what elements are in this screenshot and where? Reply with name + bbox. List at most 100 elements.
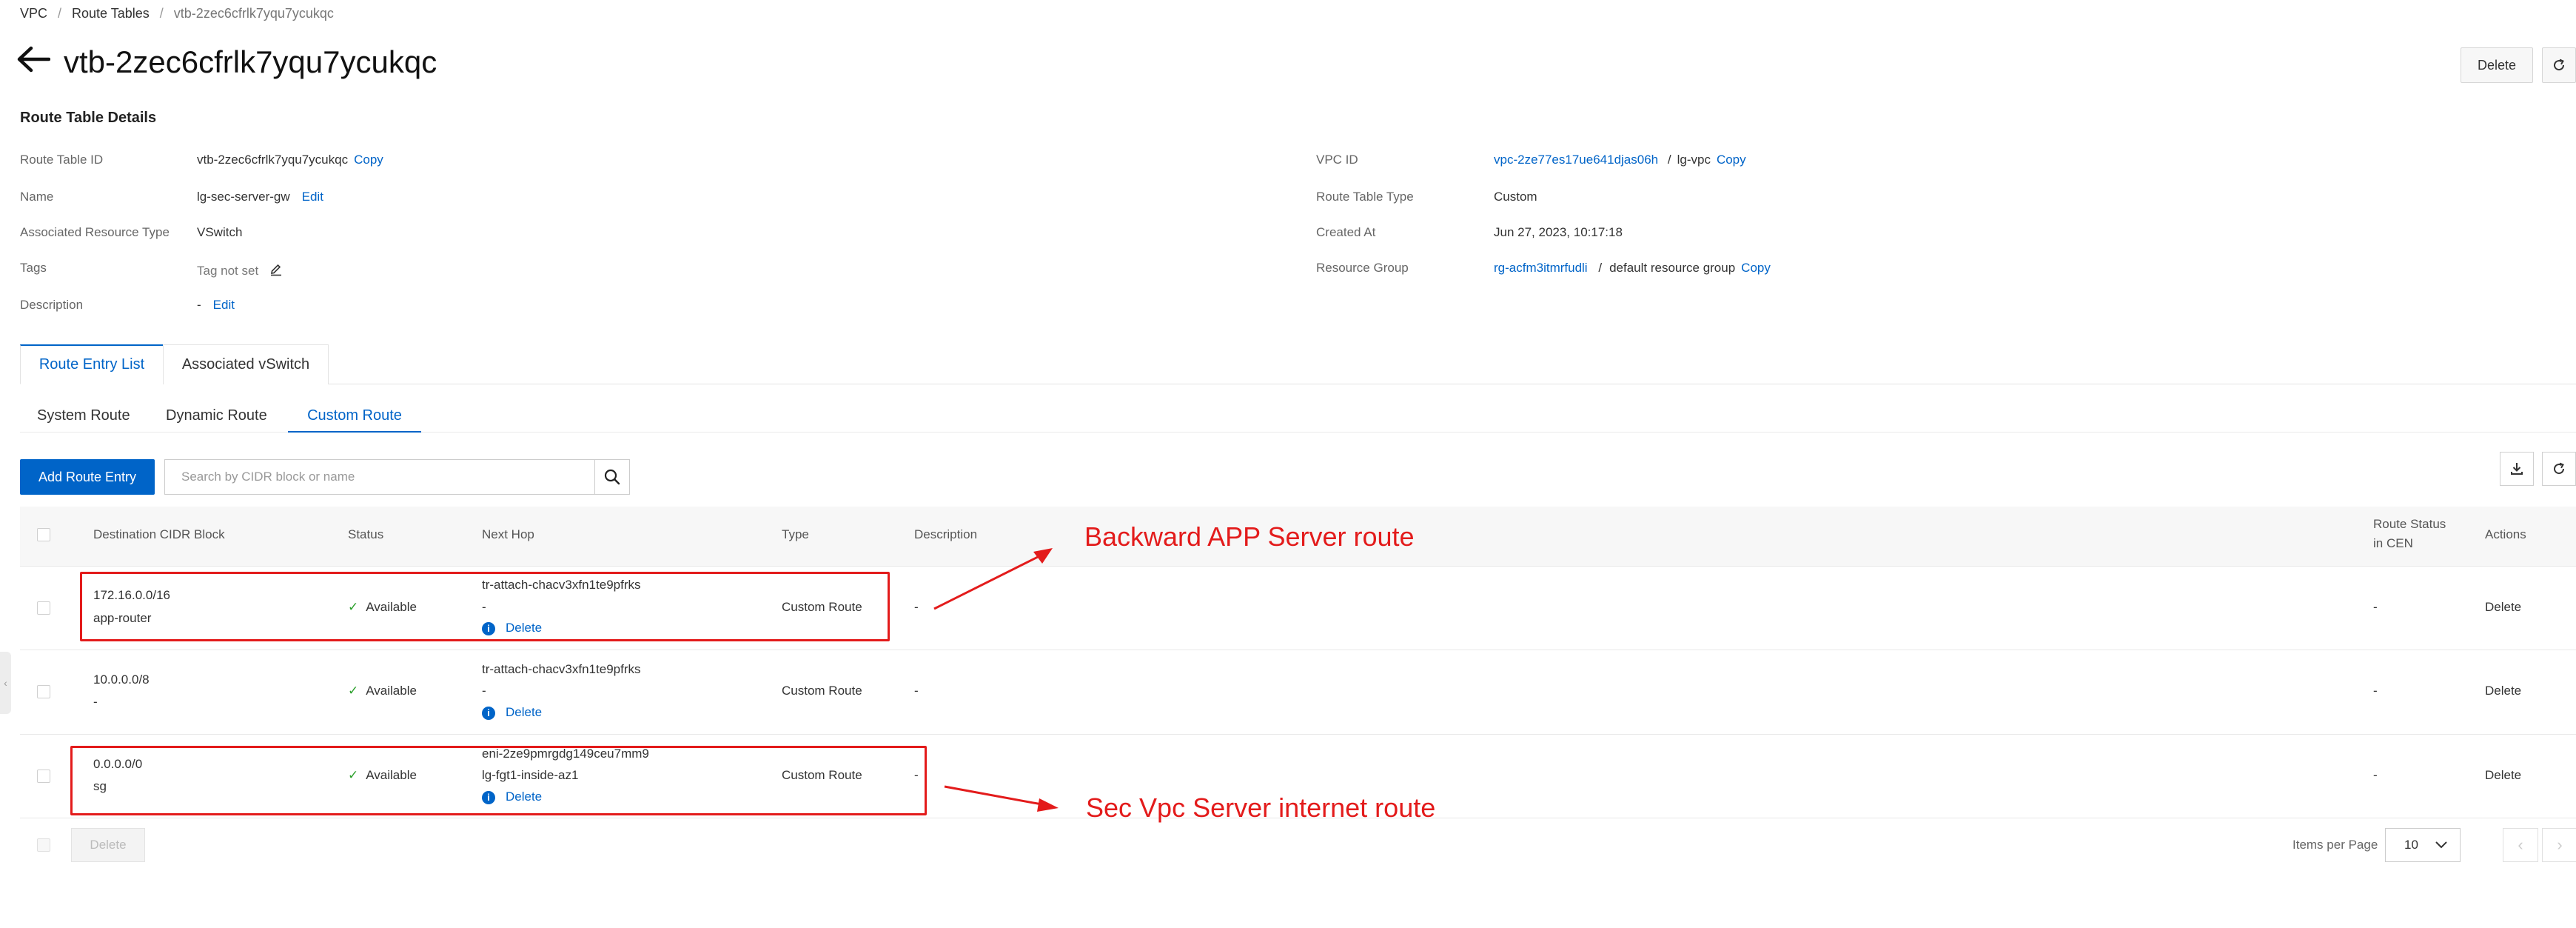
vpc-name: lg-vpc — [1677, 153, 1711, 167]
row-delete-link[interactable]: Delete — [2485, 768, 2521, 783]
description-text: - — [197, 298, 201, 312]
vpc-id-link[interactable]: vpc-2ze77es17ue641djas06h — [1494, 153, 1658, 167]
subtab-custom-route[interactable]: Custom Route — [288, 400, 421, 433]
row-cen-status: - — [2373, 768, 2378, 782]
refresh-button[interactable] — [2542, 47, 2576, 83]
row-next-hop-name: - — [482, 684, 486, 698]
header-description: Description — [914, 527, 978, 541]
name-value: lg-sec-server-gw Edit — [197, 190, 323, 204]
row-cen-status: - — [2373, 600, 2378, 614]
back-arrow-icon[interactable] — [16, 46, 50, 73]
row-description: - — [914, 600, 919, 614]
tab-associated-vswitch[interactable]: Associated vSwitch — [163, 344, 329, 384]
resource-group-label: Resource Group — [1316, 261, 1409, 275]
add-route-entry-button[interactable]: Add Route Entry — [20, 459, 155, 495]
items-per-page-label: Items per Page — [2292, 838, 2378, 852]
refresh-icon — [2554, 462, 2565, 475]
copy-id-link[interactable]: Copy — [354, 153, 383, 167]
next-hop-delete-link[interactable]: Delete — [506, 705, 542, 719]
vpc-separator: / — [1667, 153, 1671, 167]
route-table-id-value: vtb-2zec6cfrlk7yqu7ycukqc Copy — [197, 153, 383, 167]
description-value: - Edit — [197, 298, 235, 313]
select-all-checkbox[interactable] — [37, 528, 50, 541]
check-icon: ✓ — [348, 684, 359, 698]
route-table-type-value: Custom — [1494, 190, 1537, 204]
row-route-name: - — [93, 695, 98, 709]
download-button[interactable] — [2500, 452, 2534, 486]
tags-value: Tag not set — [197, 263, 283, 278]
edit-name-link[interactable]: Edit — [302, 190, 323, 204]
edit-description-link[interactable]: Edit — [213, 298, 235, 312]
section-title: Route Table Details — [20, 110, 157, 126]
subtab-dynamic-route[interactable]: Dynamic Route — [166, 400, 267, 431]
resource-group-link[interactable]: rg-acfm3itmrfudli — [1494, 261, 1588, 275]
copy-vpc-link[interactable]: Copy — [1717, 153, 1746, 167]
info-icon: i — [482, 706, 495, 720]
annotation-arrow-right — [944, 785, 1059, 812]
annotation-arrow-up — [933, 548, 1053, 610]
header-cen-status-line2: in CEN — [2373, 536, 2413, 550]
breadcrumb-separator: / — [159, 6, 164, 21]
breadcrumb-route-tables[interactable]: Route Tables — [72, 6, 150, 21]
header-destination: Destination CIDR Block — [93, 527, 225, 541]
row-delete-link[interactable]: Delete — [2485, 684, 2521, 698]
annotation-box-app-route — [80, 572, 890, 641]
subtab-system-route[interactable]: System Route — [37, 400, 130, 431]
breadcrumb-separator: / — [58, 6, 62, 21]
created-at-label: Created At — [1316, 225, 1376, 239]
sidebar-collapse-handle[interactable]: ‹ — [0, 652, 11, 714]
search-input[interactable]: Search by CIDR block or name — [164, 459, 595, 495]
header-type: Type — [782, 527, 809, 541]
description-label: Description — [20, 298, 84, 312]
annotation-box-internet-route — [70, 746, 927, 815]
edit-pencil-icon[interactable] — [269, 263, 283, 276]
chevron-left-icon: ‹ — [2518, 835, 2523, 854]
chevron-left-icon: ‹ — [4, 677, 7, 689]
copy-resource-group-link[interactable]: Copy — [1741, 261, 1771, 275]
tags-label: Tags — [20, 261, 47, 275]
page-title: vtb-2zec6cfrlk7yqu7ycukqc — [64, 44, 437, 79]
row-status: ✓ Available — [348, 684, 417, 698]
breadcrumb-current: vtb-2zec6cfrlk7yqu7ycukqc — [173, 6, 334, 21]
delete-button[interactable]: Delete — [2461, 47, 2533, 83]
header-cen-status-line1: Route Status — [2373, 517, 2446, 531]
row-next-hop-id: tr-attach-chacv3xfn1te9pfrks — [482, 662, 641, 676]
row-divider — [20, 734, 2576, 735]
row-cidr: 10.0.0.0/8 — [93, 672, 150, 687]
row-cen-status: - — [2373, 684, 2378, 698]
page-size-select[interactable]: 10 — [2385, 828, 2461, 862]
tab-route-entry-list[interactable]: Route Entry List — [20, 344, 164, 384]
row-checkbox[interactable] — [37, 601, 50, 615]
header-actions: Actions — [2485, 527, 2526, 541]
row-delete-link[interactable]: Delete — [2485, 600, 2521, 615]
prev-page-button[interactable]: ‹ — [2503, 828, 2538, 862]
download-icon — [2511, 463, 2523, 475]
vpc-id-label: VPC ID — [1316, 153, 1358, 167]
resource-group-value: rg-acfm3itmrfudli / default resource grou… — [1494, 261, 1771, 276]
route-table-id-text: vtb-2zec6cfrlk7yqu7ycukqc — [197, 153, 349, 167]
annotation-label-internet-route: Sec Vpc Server internet route — [1086, 792, 1436, 823]
route-table-type-label: Route Table Type — [1316, 190, 1414, 204]
name-text: lg-sec-server-gw — [197, 190, 290, 204]
search-button[interactable] — [594, 459, 630, 495]
chevron-down-icon — [2435, 841, 2447, 849]
header-status: Status — [348, 527, 384, 541]
created-at-value: Jun 27, 2023, 10:17:18 — [1494, 225, 1623, 239]
search-icon — [604, 469, 620, 485]
breadcrumb: VPC / Route Tables / vtb-2zec6cfrlk7yqu7ycuk… — [20, 6, 334, 21]
assoc-type-value: VSwitch — [197, 225, 243, 239]
assoc-type-label: Associated Resource Type — [20, 225, 170, 239]
table-refresh-button[interactable] — [2542, 452, 2576, 486]
batch-delete-button[interactable]: Delete — [71, 828, 145, 862]
row-type: Custom Route — [782, 684, 862, 698]
row-description: - — [914, 684, 919, 698]
next-page-button[interactable]: › — [2542, 828, 2576, 862]
breadcrumb-vpc[interactable]: VPC — [20, 6, 47, 21]
refresh-icon — [2554, 59, 2565, 71]
resource-group-separator: / — [1598, 261, 1603, 275]
row-checkbox[interactable] — [37, 770, 50, 783]
row-checkbox[interactable] — [37, 685, 50, 698]
route-table-id-label: Route Table ID — [20, 153, 104, 167]
page-size-value: 10 — [2404, 838, 2418, 852]
footer-select-all-checkbox[interactable] — [37, 838, 50, 852]
